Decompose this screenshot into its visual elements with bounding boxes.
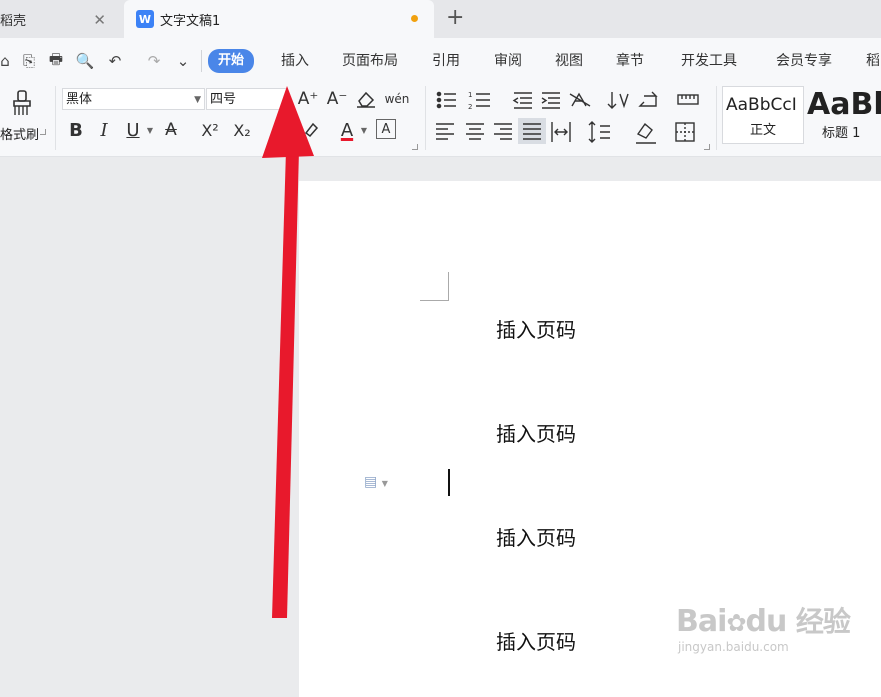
watermark-brand-suffix: du xyxy=(745,604,788,639)
annotation-arrow xyxy=(262,86,314,618)
baidu-watermark: Bai✿du 经验 jingyan.baidu.com xyxy=(676,600,876,680)
watermark-text: 经验 xyxy=(795,605,851,638)
watermark-brand: Bai xyxy=(676,604,727,639)
paw-icon: ✿ xyxy=(726,609,746,637)
watermark-url: jingyan.baidu.com xyxy=(678,640,789,654)
